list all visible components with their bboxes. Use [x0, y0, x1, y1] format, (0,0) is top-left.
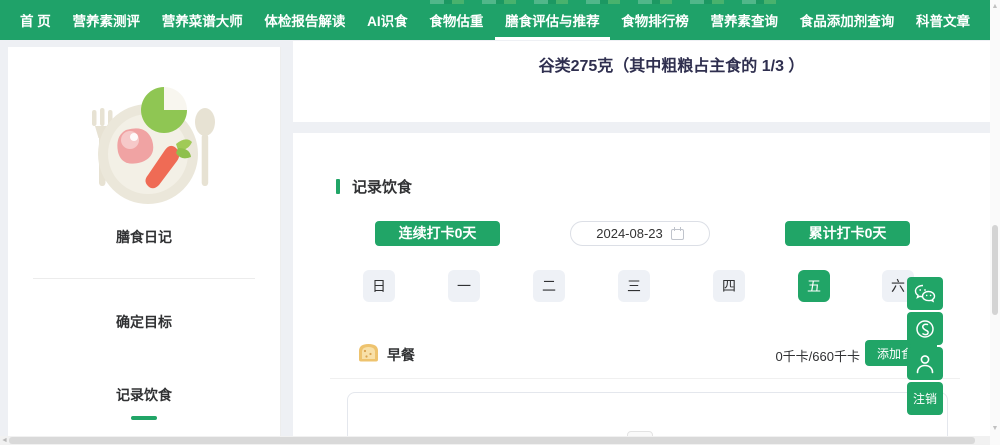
sidebar-item-set-goal[interactable]: 确定目标 — [8, 312, 280, 332]
sidebar-item-record-diet[interactable]: 记录饮食 — [8, 385, 280, 405]
logout-button[interactable]: 注销 — [907, 382, 943, 415]
vertical-scrollbar[interactable]: ▲ ▼ — [990, 0, 1000, 445]
nav-item-nutrient-query[interactable]: 营养素查询 — [707, 0, 783, 40]
main-panel: 谷类275克（其中粗粮占主食的 1/3 ） 记录饮食 连续打卡0天 2024-0… — [293, 41, 990, 437]
breakfast-row: 早餐 0千卡/660千卡 添加食物 — [293, 337, 990, 371]
date-value: 2024-08-23 — [596, 226, 663, 241]
section-header: 记录饮食 — [336, 176, 412, 197]
grain-recommendation-text: 谷类275克（其中粗粮占主食的 1/3 ） — [293, 52, 990, 76]
wechat-icon — [914, 284, 936, 303]
nav-item-additive-query[interactable]: 食品添加剂查询 — [796, 0, 899, 40]
nav-item-nutrient-test[interactable]: 营养素测评 — [68, 0, 144, 40]
meal-divider — [330, 378, 960, 379]
scroll-up-icon[interactable]: ▲ — [991, 3, 999, 10]
nav-item-recipe-master[interactable]: 营养菜谱大师 — [158, 0, 247, 40]
user-icon — [915, 353, 935, 374]
scroll-down-icon[interactable]: ▼ — [991, 425, 999, 432]
bread-icon — [357, 342, 380, 363]
meal-plate-illustration — [64, 82, 229, 212]
sidebar: 膳食日记 确定目标 记录饮食 — [8, 47, 281, 437]
scroll-left-icon[interactable]: ◄ — [1, 436, 8, 445]
streak-days-button[interactable]: 连续打卡0天 — [375, 221, 500, 246]
weekday-thu[interactable]: 四 — [713, 270, 745, 302]
weekday-tue[interactable]: 二 — [533, 270, 565, 302]
nav-item-ai-food[interactable]: AI识食 — [363, 0, 412, 40]
top-nav: 首 页 营养素测评 营养菜谱大师 体检报告解读 AI识食 食物估重 膳食评估与推… — [0, 0, 990, 40]
nav-item-articles[interactable]: 科普文章 — [912, 0, 974, 40]
sphere-icon — [915, 319, 935, 339]
sidebar-active-indicator — [131, 416, 157, 420]
meal-name: 早餐 — [387, 345, 415, 365]
section-accent-bar — [336, 179, 340, 194]
horizontal-scroll-thumb[interactable] — [9, 437, 975, 444]
horizontal-scrollbar[interactable]: ◄ — [0, 436, 990, 445]
user-button[interactable] — [907, 347, 943, 380]
meal-calories: 0千卡/660千卡 — [775, 346, 860, 365]
section-separator — [293, 122, 990, 133]
weekday-fri[interactable]: 五 — [798, 270, 830, 302]
section-title: 记录饮食 — [352, 176, 412, 197]
sidebar-divider — [33, 278, 255, 279]
nav-item-diet-evaluation[interactable]: 膳食评估与推荐 — [501, 0, 604, 40]
calendar-icon — [671, 227, 684, 240]
wechat-button[interactable] — [907, 277, 943, 310]
sidebar-item-diet-diary[interactable]: 膳食日记 — [8, 227, 280, 247]
weekday-sun[interactable]: 日 — [363, 270, 395, 302]
nav-item-report-reading[interactable]: 体检报告解读 — [260, 0, 349, 40]
total-days-button[interactable]: 累计打卡0天 — [785, 221, 910, 246]
vertical-scroll-thumb[interactable] — [992, 225, 998, 315]
nav-item-home[interactable]: 首 页 — [16, 0, 55, 40]
sphere-button[interactable] — [907, 312, 943, 345]
weekday-mon[interactable]: 一 — [448, 270, 480, 302]
nav-item-food-ranking[interactable]: 食物排行榜 — [617, 0, 693, 40]
nav-item-food-weight[interactable]: 食物估重 — [425, 0, 487, 40]
weekday-wed[interactable]: 三 — [618, 270, 650, 302]
date-picker[interactable]: 2024-08-23 — [570, 221, 710, 246]
